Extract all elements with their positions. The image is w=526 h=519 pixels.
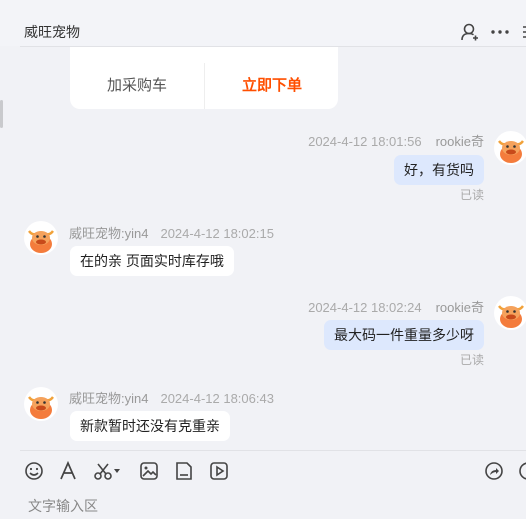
font-icon[interactable]	[58, 461, 78, 481]
message-meta: 2024-4-12 18:02:24 rookie奇	[308, 297, 484, 316]
file-icon[interactable]	[174, 461, 194, 481]
avatar[interactable]	[494, 296, 526, 330]
chat-header: 威旺宠物	[0, 0, 526, 46]
message-bubble: 最大码一件重量多少呀	[324, 320, 484, 350]
avatar[interactable]	[494, 131, 526, 165]
video-icon[interactable]	[209, 461, 229, 481]
list-icon[interactable]	[520, 22, 526, 42]
buy-now-button[interactable]: 立即下单	[204, 63, 339, 109]
screenshot-icon[interactable]	[93, 461, 121, 481]
message-time: 2024-4-12 18:02:24	[308, 300, 422, 315]
page-title: 威旺宠物	[24, 24, 80, 40]
more-icon[interactable]	[490, 22, 510, 42]
message-sender: 威旺宠物:yin4	[69, 391, 149, 406]
message-sender: rookie奇	[435, 134, 484, 149]
chat-bubble-icon[interactable]	[518, 461, 526, 481]
message-time: 2024-4-12 18:06:43	[160, 391, 274, 406]
product-card: 加采购车 立即下单	[70, 47, 338, 109]
cow-avatar-icon	[498, 140, 524, 163]
read-status: 已读	[459, 188, 484, 202]
message-bubble: 新款暂时还没有克重亲	[70, 411, 230, 441]
message-meta: 威旺宠物:yin4 2024-4-12 18:02:15	[69, 223, 274, 242]
avatar[interactable]	[24, 221, 58, 255]
message-meta: 威旺宠物:yin4 2024-4-12 18:06:43	[69, 388, 274, 407]
cow-avatar-icon	[498, 305, 524, 328]
scrollbar-handle[interactable]	[0, 100, 3, 128]
message-input[interactable]: 文字输入区	[28, 496, 98, 516]
message-time: 2024-4-12 18:02:15	[160, 226, 274, 241]
avatar[interactable]	[24, 387, 58, 421]
message-sender: rookie奇	[435, 300, 484, 315]
add-to-cart-button[interactable]: 加采购车	[70, 63, 204, 109]
contact-icon[interactable]	[460, 22, 480, 42]
cow-avatar-icon	[28, 396, 54, 419]
message-meta: 2024-4-12 18:01:56 rookie奇	[308, 131, 484, 150]
emoji-icon[interactable]	[24, 461, 44, 481]
cow-avatar-icon	[28, 230, 54, 253]
read-status: 已读	[459, 353, 484, 367]
toolbar-divider	[20, 450, 526, 451]
share-icon[interactable]	[484, 461, 504, 481]
message-time: 2024-4-12 18:01:56	[308, 134, 422, 149]
message-sender: 威旺宠物:yin4	[69, 226, 149, 241]
message-bubble: 在的亲 页面实时库存哦	[70, 246, 234, 276]
message-bubble: 好，有货吗	[394, 155, 484, 185]
image-icon[interactable]	[139, 461, 159, 481]
